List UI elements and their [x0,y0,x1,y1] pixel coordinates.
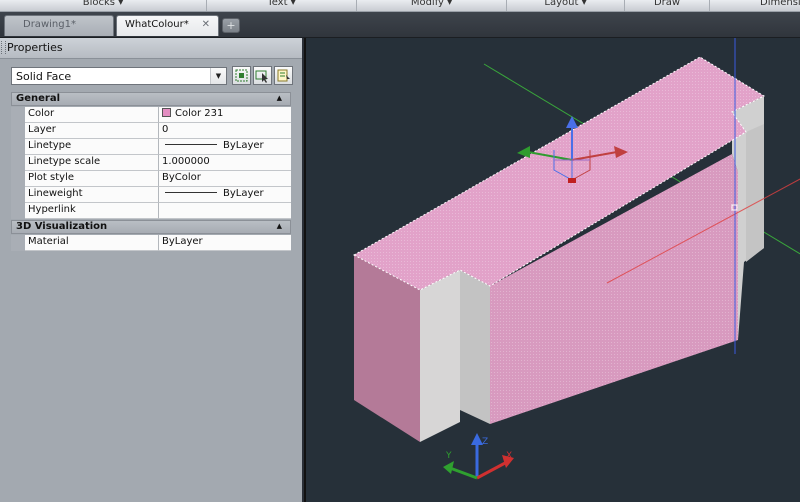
close-icon[interactable]: ✕ [202,19,210,30]
chevron-down-icon[interactable]: ▼ [210,68,226,84]
property-value[interactable]: Color 231 [159,107,291,123]
linetype-preview [165,144,217,145]
property-value[interactable]: 1.000000 [159,155,291,171]
drawing-viewport[interactable]: Z X Y [304,38,800,502]
select-objects-icon [255,70,268,83]
property-name: Hyperlink [25,203,159,219]
collapse-icon[interactable]: ▲ [277,94,282,102]
ribbon-panel-modify[interactable]: Modify ▾ [357,0,507,11]
row-gutter [11,203,25,219]
notch-right-inner-face [746,124,764,262]
property-name: Lineweight [25,187,159,203]
property-row-linetype[interactable]: Linetype ByLayer [11,139,291,155]
palette-title: Properties [7,41,63,54]
property-name: Layer [25,123,159,139]
lineweight-value: ByLayer [223,188,264,199]
property-value[interactable] [159,203,291,219]
svg-text:X: X [506,451,512,461]
new-tab-button[interactable]: + [222,18,240,33]
row-gutter [11,187,25,203]
tab-label: Drawing1* [23,19,76,30]
select-objects-button[interactable] [253,66,272,85]
notch-back-face [460,270,490,424]
model-canvas[interactable]: Z X Y [306,38,800,502]
ribbon-panel-draw[interactable]: Draw [625,0,710,11]
row-gutter [11,155,25,171]
section-label: 3D Visualization [16,221,108,232]
property-name: Linetype scale [25,155,159,171]
lineweight-preview [165,192,217,193]
property-name: Material [25,235,159,251]
color-swatch [162,108,171,117]
ribbon-panel-blocks[interactable]: Blocks ▾ [0,0,207,11]
object-type-value: Solid Face [16,70,72,83]
row-gutter [11,235,25,251]
linetype-value: ByLayer [223,140,264,151]
ribbon-panel-layout[interactable]: Layout ▾ [507,0,625,11]
ucs-icon: Z X Y [443,433,514,480]
property-name: Linetype [25,139,159,155]
property-row-plot-style[interactable]: Plot style ByColor [11,171,291,187]
ribbon-panel-bar: Blocks ▾ Text ▾ Modify ▾ Layout ▾ Draw D… [0,0,800,12]
tab-label: WhatColour* [125,19,189,30]
row-gutter [11,139,25,155]
ribbon-panel-text[interactable]: Text ▾ [207,0,357,11]
notch-left-face [420,270,460,442]
object-type-dropdown[interactable]: Solid Face ▼ [11,67,227,85]
property-row-lineweight[interactable]: Lineweight ByLayer [11,187,291,203]
property-row-color[interactable]: Color Color 231 [11,107,291,123]
grip-icon[interactable] [1,41,6,54]
palette-title-bar[interactable]: Properties [0,38,302,59]
property-value[interactable]: ByLayer [159,139,291,155]
property-name: Color [25,107,159,123]
row-gutter [11,171,25,187]
quick-select-icon [235,69,248,82]
row-gutter [11,107,25,123]
ribbon-panel-dimension[interactable]: Dimensio [710,0,800,11]
section-3d-visualization[interactable]: 3D Visualization ▲ [11,220,291,234]
toggle-pickadd-button[interactable] [274,66,293,85]
property-value[interactable]: ByColor [159,171,291,187]
toggle-pickadd-icon [277,69,290,82]
property-row-layer[interactable]: Layer 0 [11,123,291,139]
property-value[interactable]: ByLayer [159,235,291,251]
tab-drawing1[interactable]: Drawing1* [4,15,114,36]
color-value: Color 231 [175,108,224,119]
svg-text:Z: Z [482,437,488,447]
palette-body: Solid Face ▼ General ▲ Color Color 231 L… [0,59,302,502]
plus-icon: + [226,19,236,32]
property-row-linetype-scale[interactable]: Linetype scale 1.000000 [11,155,291,171]
property-name: Plot style [25,171,159,187]
section-general[interactable]: General ▲ [11,92,291,106]
property-row-material[interactable]: Material ByLayer [11,235,291,251]
property-value[interactable]: 0 [159,123,291,139]
quick-select-button[interactable] [232,66,251,85]
tab-whatcolour[interactable]: WhatColour* ✕ [116,15,219,36]
property-row-hyperlink[interactable]: Hyperlink [11,203,291,219]
property-value[interactable]: ByLayer [159,187,291,203]
svg-text:Y: Y [445,451,452,461]
properties-palette: Properties Solid Face ▼ General ▲ Color … [0,38,302,502]
collapse-icon[interactable]: ▲ [277,222,282,230]
row-gutter [11,123,25,139]
document-tab-bar: Drawing1* WhatColour* ✕ + [0,12,800,38]
section-label: General [16,93,60,104]
